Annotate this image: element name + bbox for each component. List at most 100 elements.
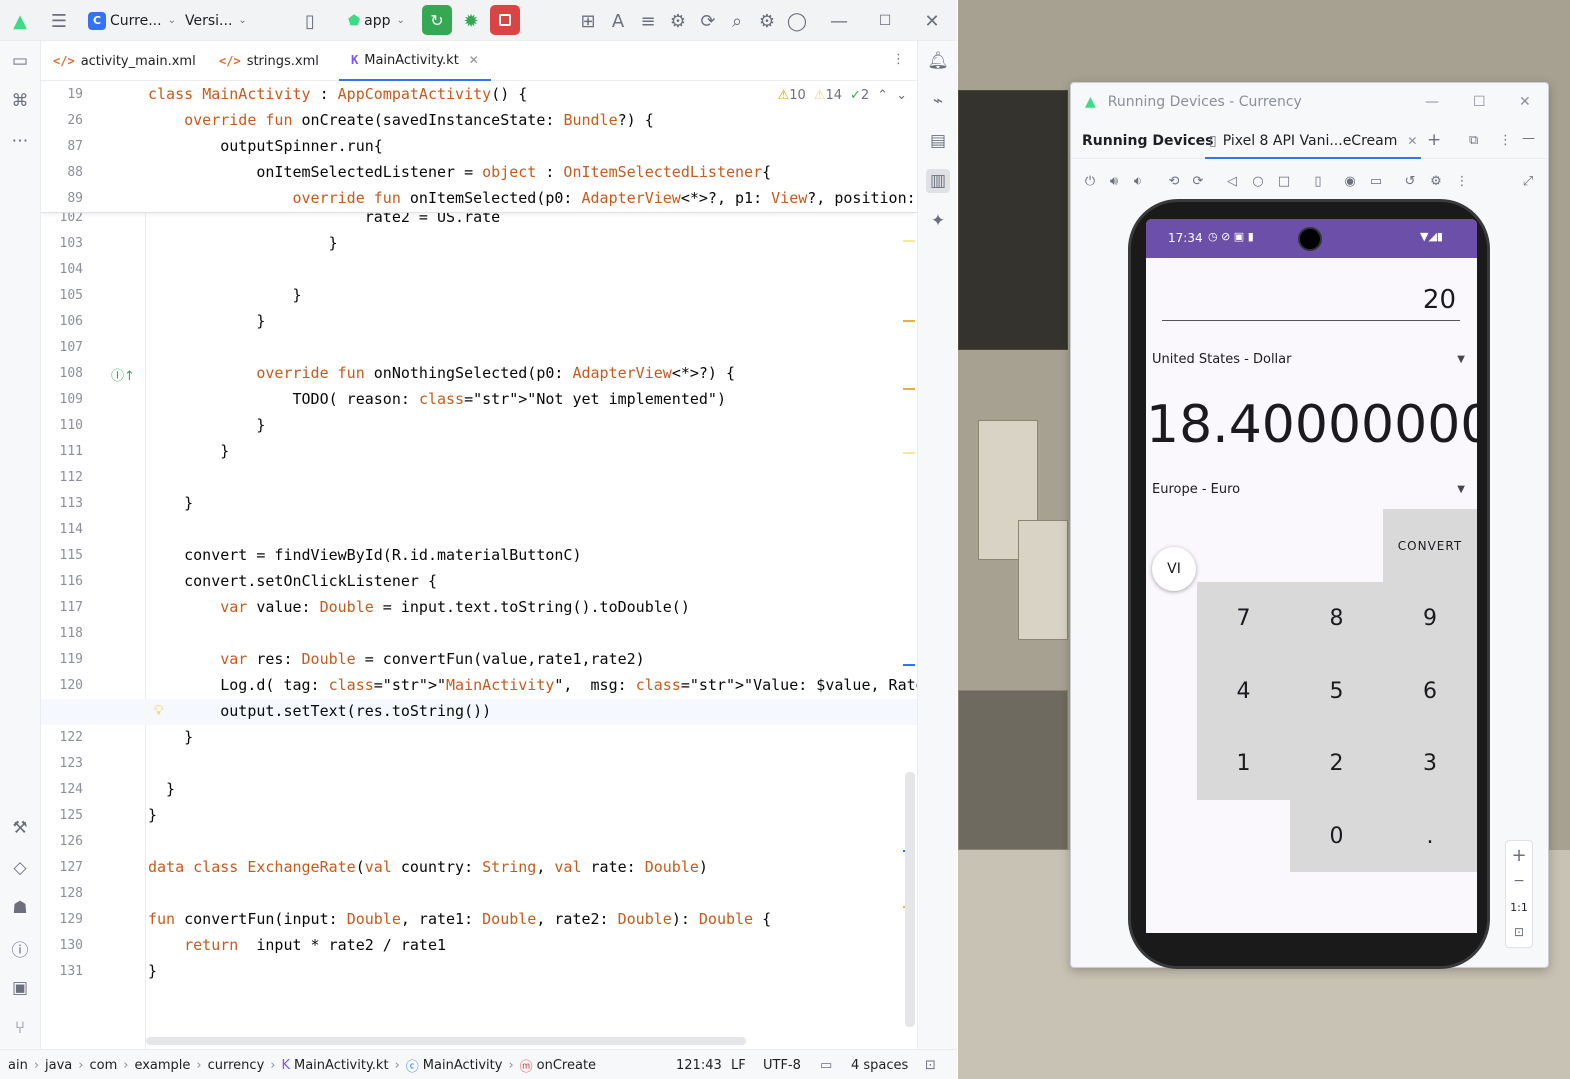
- readonly-icon[interactable]: ▭: [820, 1050, 832, 1079]
- key-8[interactable]: 8: [1290, 582, 1383, 655]
- gemini-icon[interactable]: ✦: [926, 209, 950, 233]
- rotate-left-icon[interactable]: ⟲: [1163, 167, 1185, 195]
- code-line[interactable]: TODO( reason: class="str">"Not yet imple…: [148, 390, 726, 408]
- code-line[interactable]: }: [148, 962, 157, 980]
- project-selector[interactable]: C Curre... ⌄: [88, 0, 176, 41]
- code-line[interactable]: }: [148, 494, 193, 512]
- key-dot[interactable]: .: [1383, 800, 1477, 872]
- code-line[interactable]: }: [148, 312, 265, 330]
- key-4[interactable]: 4: [1197, 655, 1290, 727]
- new-window-icon[interactable]: ⧉: [1469, 133, 1478, 148]
- key-6[interactable]: 6: [1383, 655, 1477, 727]
- override-marker-icon[interactable]: Ⓘ↑: [111, 365, 135, 384]
- more-icon[interactable]: ⋮: [1451, 167, 1473, 195]
- tab-main-activity-kt[interactable]: K MainActivity.kt ✕: [339, 41, 491, 81]
- code-line[interactable]: onItemSelectedListener = object : OnItem…: [148, 163, 771, 181]
- minimize-icon[interactable]: —: [826, 8, 852, 34]
- folder-icon[interactable]: ▭: [8, 49, 32, 73]
- stop-button[interactable]: [490, 5, 520, 35]
- breadcrumb-item[interactable]: java: [45, 1058, 72, 1073]
- key-1[interactable]: 1: [1197, 727, 1290, 800]
- code-line[interactable]: outputSpinner.run{: [148, 137, 383, 155]
- running-devices-icon[interactable]: ▥: [926, 169, 950, 193]
- tab-strings-xml[interactable]: </> strings.xml: [219, 41, 319, 81]
- fit-screen-icon[interactable]: ⊡: [1506, 925, 1532, 939]
- layout-inspector-icon[interactable]: ⊞: [575, 8, 601, 34]
- lock-icon[interactable]: ⊡: [925, 1050, 936, 1079]
- breadcrumb-item[interactable]: example: [134, 1058, 190, 1073]
- code-line[interactable]: return input * rate2 / rate1: [148, 936, 446, 954]
- gem-icon[interactable]: ◇: [8, 856, 32, 880]
- device-manager-icon[interactable]: ▯: [297, 8, 323, 34]
- code-line[interactable]: fun convertFun(input: Double, rate1: Dou…: [148, 910, 771, 928]
- amount-input[interactable]: 20: [1162, 285, 1460, 321]
- inspection-widget[interactable]: ⚠10 ⚠14 ✓2 ⌃ ⌄: [778, 88, 907, 103]
- home-icon[interactable]: ○: [1247, 167, 1269, 195]
- minimize-icon[interactable]: —: [1425, 94, 1439, 110]
- device-mirror-icon[interactable]: ▯: [1307, 167, 1329, 195]
- code-line[interactable]: }: [148, 780, 175, 798]
- to-currency-spinner[interactable]: Europe - Euro ▼: [1152, 477, 1467, 501]
- caret-position[interactable]: 121:43: [676, 1050, 722, 1079]
- tab-options-icon[interactable]: ⋮: [892, 52, 905, 67]
- code-line[interactable]: output.setText(res.toString()): [148, 702, 491, 720]
- sync-icon[interactable]: ⟳: [695, 8, 721, 34]
- code-line[interactable]: var value: Double = input.text.toString(…: [148, 598, 690, 616]
- code-line[interactable]: override fun onNothingSelected(p0: Adapt…: [148, 364, 735, 382]
- code-line[interactable]: convert = findViewById(R.id.materialButt…: [148, 546, 581, 564]
- code-line[interactable]: data class ExchangeRate(val country: Str…: [148, 858, 708, 876]
- reset-icon[interactable]: ↺: [1399, 167, 1421, 195]
- chevron-down-icon[interactable]: ⌄: [896, 88, 907, 103]
- code-line[interactable]: override fun onItemSelected(p0: AdapterV…: [148, 189, 916, 207]
- code-editor[interactable]: 102 103 104 105 106 107 108 109 110 111 112 113 114 1…: [41, 82, 917, 1049]
- settings-icon[interactable]: ⚙: [1425, 167, 1447, 195]
- build-icon[interactable]: ⚒: [8, 816, 32, 840]
- options-icon[interactable]: ⋮: [1499, 133, 1512, 148]
- tab-activity-main-xml[interactable]: </> activity_main.xml: [53, 41, 196, 81]
- logcat-icon[interactable]: ☗: [8, 896, 32, 920]
- breadcrumb-item[interactable]: ain: [8, 1058, 28, 1073]
- key-7[interactable]: 7: [1197, 582, 1290, 655]
- rotate-right-icon[interactable]: ⟳: [1187, 167, 1209, 195]
- intention-bulb-icon[interactable]: 💡︎: [154, 703, 164, 719]
- code-line[interactable]: override fun onCreate(savedInstanceState…: [148, 111, 654, 129]
- terminal-icon[interactable]: ▣: [8, 976, 32, 1000]
- close-icon[interactable]: ✕: [1519, 94, 1531, 110]
- hide-icon[interactable]: —: [1522, 131, 1535, 146]
- convert-button[interactable]: CONVERT: [1383, 509, 1477, 582]
- file-encoding[interactable]: UTF-8: [763, 1050, 801, 1079]
- code-line[interactable]: }: [148, 728, 193, 746]
- overview-icon[interactable]: □: [1273, 167, 1295, 195]
- notifications-icon[interactable]: 🔔︎: [926, 49, 950, 73]
- more-icon[interactable]: ⋯: [8, 129, 32, 153]
- close-icon[interactable]: ✕: [919, 8, 945, 34]
- breadcrumb-item[interactable]: com: [89, 1058, 117, 1073]
- code-line[interactable]: Log.d( tag: class="str">"MainActivity", …: [148, 676, 917, 694]
- key-9[interactable]: 9: [1383, 582, 1477, 655]
- breadcrumb-item[interactable]: onCreate: [537, 1058, 596, 1073]
- zoom-actual-size-button[interactable]: 1:1: [1506, 901, 1532, 914]
- chevron-up-icon[interactable]: ⌃: [877, 88, 888, 103]
- debug-icon[interactable]: ✹: [458, 8, 484, 34]
- close-tab-icon[interactable]: ✕: [469, 53, 479, 67]
- profiler-icon[interactable]: ≡: [635, 8, 661, 34]
- zoom-in-button[interactable]: +: [1506, 845, 1532, 866]
- vertical-scrollbar[interactable]: [905, 772, 915, 1027]
- gradle-icon[interactable]: ⌁: [926, 89, 950, 113]
- from-currency-spinner[interactable]: United States - Dollar ▼: [1152, 347, 1467, 371]
- gear-icon[interactable]: ⚙: [754, 8, 780, 34]
- run-config-selector[interactable]: ⬟ app ⌄: [348, 0, 405, 41]
- breadcrumb-item[interactable]: currency: [208, 1058, 265, 1073]
- zoom-out-button[interactable]: −: [1506, 873, 1532, 889]
- floating-action-button[interactable]: VI: [1152, 547, 1196, 591]
- app-inspection-icon[interactable]: ⚙: [665, 8, 691, 34]
- git-icon[interactable]: ⑂: [8, 1016, 32, 1040]
- code-line[interactable]: }: [148, 416, 265, 434]
- horizontal-scrollbar[interactable]: [146, 1037, 746, 1045]
- problems-icon[interactable]: ⓘ: [8, 936, 32, 961]
- line-separator[interactable]: LF: [731, 1050, 746, 1079]
- close-tab-icon[interactable]: ✕: [1407, 134, 1417, 148]
- account-icon[interactable]: ◯: [784, 8, 810, 34]
- structure-icon[interactable]: ⌘: [8, 89, 32, 113]
- breadcrumb-item[interactable]: MainActivity: [423, 1058, 503, 1073]
